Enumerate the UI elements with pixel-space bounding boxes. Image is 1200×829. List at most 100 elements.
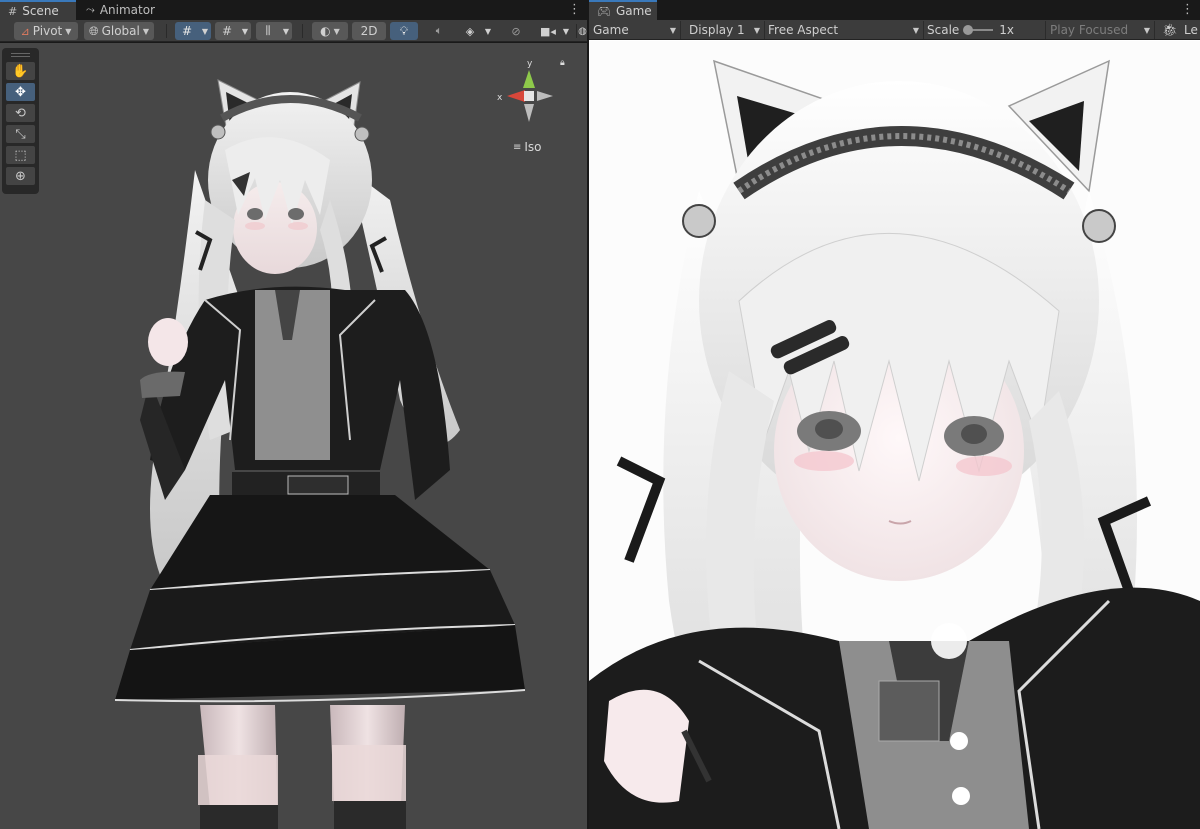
camera-icon: ■◂ bbox=[540, 24, 556, 38]
game-view[interactable] bbox=[589, 41, 1200, 829]
grid-snapping-dropdown[interactable]: ▼ bbox=[199, 22, 211, 40]
rect-tool[interactable]: ⬚ bbox=[6, 146, 35, 164]
gizmo-x-label: x bbox=[497, 93, 503, 103]
hand-tool[interactable]: ✋ bbox=[6, 62, 35, 80]
rotate-icon: ⟲ bbox=[15, 105, 26, 121]
gizmos-toggle[interactable]: ◍ bbox=[578, 22, 587, 40]
gizmo-globe-icon: ◍ bbox=[578, 25, 587, 37]
tab-scene-label: Scene bbox=[22, 4, 59, 18]
game-tabbar: 🎮︎ Game ⋮ bbox=[589, 0, 1200, 20]
tab-scene[interactable]: # Scene bbox=[0, 0, 76, 20]
globe-icon: 🌐︎ bbox=[88, 23, 99, 38]
projection-toggle[interactable]: ≡ Iso bbox=[513, 140, 542, 154]
effects-button[interactable]: ◈ bbox=[458, 22, 482, 40]
toolbar-divider bbox=[166, 24, 167, 38]
game-more-menu-icon[interactable]: ⋮ bbox=[1181, 2, 1194, 17]
eye-slash-icon: ⊘ bbox=[511, 24, 521, 38]
pivot-dropdown[interactable]: ⊿ Pivot ▼ bbox=[14, 22, 78, 40]
hash-grid-icon: # bbox=[8, 4, 18, 18]
lock-icon[interactable]: 🔒︎ bbox=[560, 58, 565, 68]
camera-settings-button[interactable]: ■◂ bbox=[536, 22, 560, 40]
display-dropdown[interactable]: Display 1 ▼ bbox=[685, 21, 765, 39]
effects-dropdown[interactable]: ▼ bbox=[482, 22, 494, 40]
tab-animator[interactable]: ⤳ Animator bbox=[78, 0, 164, 20]
projection-label: Iso bbox=[524, 140, 542, 154]
scene-panel: # Scene ⤳ Animator ⋮ ⊿ Pivot ▼ 🌐︎ Global… bbox=[0, 0, 587, 829]
light-bulb-icon: 💡︎ bbox=[399, 23, 409, 38]
layers-icon: ◈ bbox=[465, 24, 475, 38]
truncated-label: Le bbox=[1184, 23, 1198, 37]
grid-snap-icon: # bbox=[181, 24, 193, 38]
increment-snap-dropdown[interactable]: ▼ bbox=[239, 22, 251, 40]
debug-toggle[interactable]: 🐞︎ bbox=[1159, 21, 1181, 39]
gamepad-icon: 🎮︎ bbox=[597, 4, 611, 18]
display-label: Display 1 bbox=[689, 23, 745, 37]
animator-icon: ⤳ bbox=[86, 3, 95, 16]
gizmo-y-label: y bbox=[527, 59, 533, 69]
camera-settings-dropdown[interactable]: ▼ bbox=[560, 22, 572, 40]
grid-increment-icon: # bbox=[221, 24, 233, 38]
tab-game[interactable]: 🎮︎ Game bbox=[589, 0, 657, 20]
audio-toggle[interactable]: 🔈︎ bbox=[426, 22, 452, 40]
game-character-closeup bbox=[589, 59, 1200, 829]
pivot-icon: ⊿ bbox=[20, 24, 30, 38]
gizmo-neg-x-cone[interactable] bbox=[537, 91, 553, 101]
hidden-objects-toggle[interactable]: ⊘ bbox=[502, 22, 530, 40]
view-dropdown[interactable]: Game ▼ bbox=[589, 21, 681, 39]
orientation-gizmo-axes: y x bbox=[497, 59, 553, 122]
pivot-label: Pivot bbox=[32, 24, 63, 38]
chevron-down-icon: ▼ bbox=[333, 26, 340, 36]
scale-icon: ⤡ bbox=[15, 126, 26, 142]
chevron-down-icon: ▼ bbox=[142, 26, 150, 36]
transform-icon: ⊕ bbox=[15, 168, 26, 184]
scale-slider[interactable] bbox=[963, 25, 994, 35]
rect-icon: ⬚ bbox=[14, 147, 27, 163]
scene-tabbar: # Scene ⤳ Animator ⋮ bbox=[0, 0, 587, 20]
lighting-toggle[interactable]: 💡︎ bbox=[390, 22, 418, 40]
palette-grip-handle[interactable] bbox=[11, 53, 30, 57]
game-panel: 🎮︎ Game ⋮ Game ▼ Display 1 ▼ Free Aspect… bbox=[589, 0, 1200, 829]
gizmo-x-cone[interactable] bbox=[507, 90, 525, 102]
shading-sphere-icon: ◐ bbox=[320, 24, 331, 38]
grid-snapping-button[interactable]: # bbox=[175, 22, 199, 40]
mode-2d-toggle[interactable]: 2D bbox=[352, 22, 386, 40]
chevron-down-icon: ▼ bbox=[1143, 25, 1150, 35]
chevron-down-icon: ▼ bbox=[65, 26, 72, 36]
tool-palette: ✋ ✥ ⟲ ⤡ ⬚ ⊕ bbox=[2, 48, 39, 194]
gizmo-y-cone[interactable] bbox=[523, 70, 535, 88]
toolbar-divider bbox=[302, 24, 303, 38]
speaker-muted-icon: 🔈︎ bbox=[435, 24, 443, 37]
scene-viewport[interactable]: ✋ ✥ ⟲ ⤡ ⬚ ⊕ y x 🔒︎ ≡ Iso bbox=[0, 43, 587, 829]
vertex-snap-dropdown[interactable]: ▼ bbox=[280, 22, 292, 40]
scale-control: Scale 1x bbox=[927, 21, 1014, 39]
rotate-tool[interactable]: ⟲ bbox=[6, 104, 35, 122]
menu-lines-icon: ≡ bbox=[513, 141, 522, 153]
toolbar-divider bbox=[576, 24, 577, 38]
chevron-down-icon: ▼ bbox=[912, 25, 919, 35]
global-dropdown[interactable]: 🌐︎ Global ▼ bbox=[84, 22, 154, 40]
scale-tool[interactable]: ⤡ bbox=[6, 125, 35, 143]
increment-snap-button[interactable]: # bbox=[215, 22, 239, 40]
vertex-snap-button[interactable]: ⫼ bbox=[256, 22, 280, 40]
bug-icon: 🐞︎ bbox=[1162, 23, 1178, 37]
hand-icon: ✋ bbox=[12, 63, 29, 79]
mode-2d-label: 2D bbox=[360, 24, 378, 38]
shading-mode-dropdown[interactable]: ◐ ▼ bbox=[312, 22, 348, 40]
scene-toolbar: ⊿ Pivot ▼ 🌐︎ Global ▼ # ▼ # ▼ ⫼ ▼ ◐ ▼ 2D bbox=[0, 20, 587, 42]
play-mode-dropdown[interactable]: Play Focused ▼ bbox=[1045, 21, 1155, 39]
chevron-down-icon: ▼ bbox=[669, 25, 676, 35]
transform-tool[interactable]: ⊕ bbox=[6, 167, 35, 185]
game-toolbar: Game ▼ Display 1 ▼ Free Aspect ▼ Scale 1… bbox=[589, 20, 1200, 40]
gizmo-neg-y-cone[interactable] bbox=[524, 104, 534, 122]
truncated-control[interactable]: Le bbox=[1181, 21, 1200, 39]
gizmo-center-cube[interactable] bbox=[524, 91, 534, 101]
scale-label: Scale bbox=[927, 23, 960, 37]
scale-value: 1x bbox=[999, 23, 1015, 37]
global-label: Global bbox=[101, 24, 140, 38]
play-mode-label: Play Focused bbox=[1050, 23, 1129, 37]
move-tool[interactable]: ✥ bbox=[6, 83, 35, 101]
scale-slider-knob[interactable] bbox=[963, 25, 974, 35]
view-label: Game bbox=[593, 23, 629, 37]
scene-more-menu-icon[interactable]: ⋮ bbox=[568, 2, 581, 17]
aspect-dropdown[interactable]: Free Aspect ▼ bbox=[764, 21, 924, 39]
